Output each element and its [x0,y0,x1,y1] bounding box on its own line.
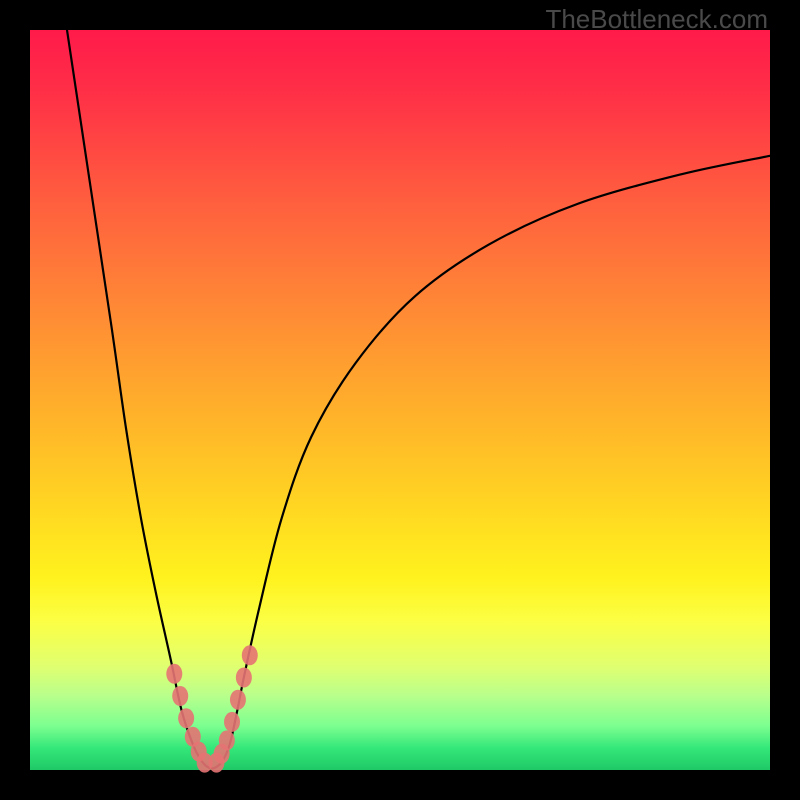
bottleneck-curve [67,30,770,769]
chart-svg [30,30,770,770]
marker-point [166,664,182,684]
plot-area [30,30,770,770]
marker-point [242,645,258,665]
marker-point [236,668,252,688]
marker-point [172,686,188,706]
chart-frame: TheBottleneck.com [0,0,800,800]
watermark-text: TheBottleneck.com [545,4,768,35]
marker-group [166,645,257,772]
marker-point [230,690,246,710]
marker-point [224,712,240,732]
marker-point [178,708,194,728]
marker-point [219,730,235,750]
